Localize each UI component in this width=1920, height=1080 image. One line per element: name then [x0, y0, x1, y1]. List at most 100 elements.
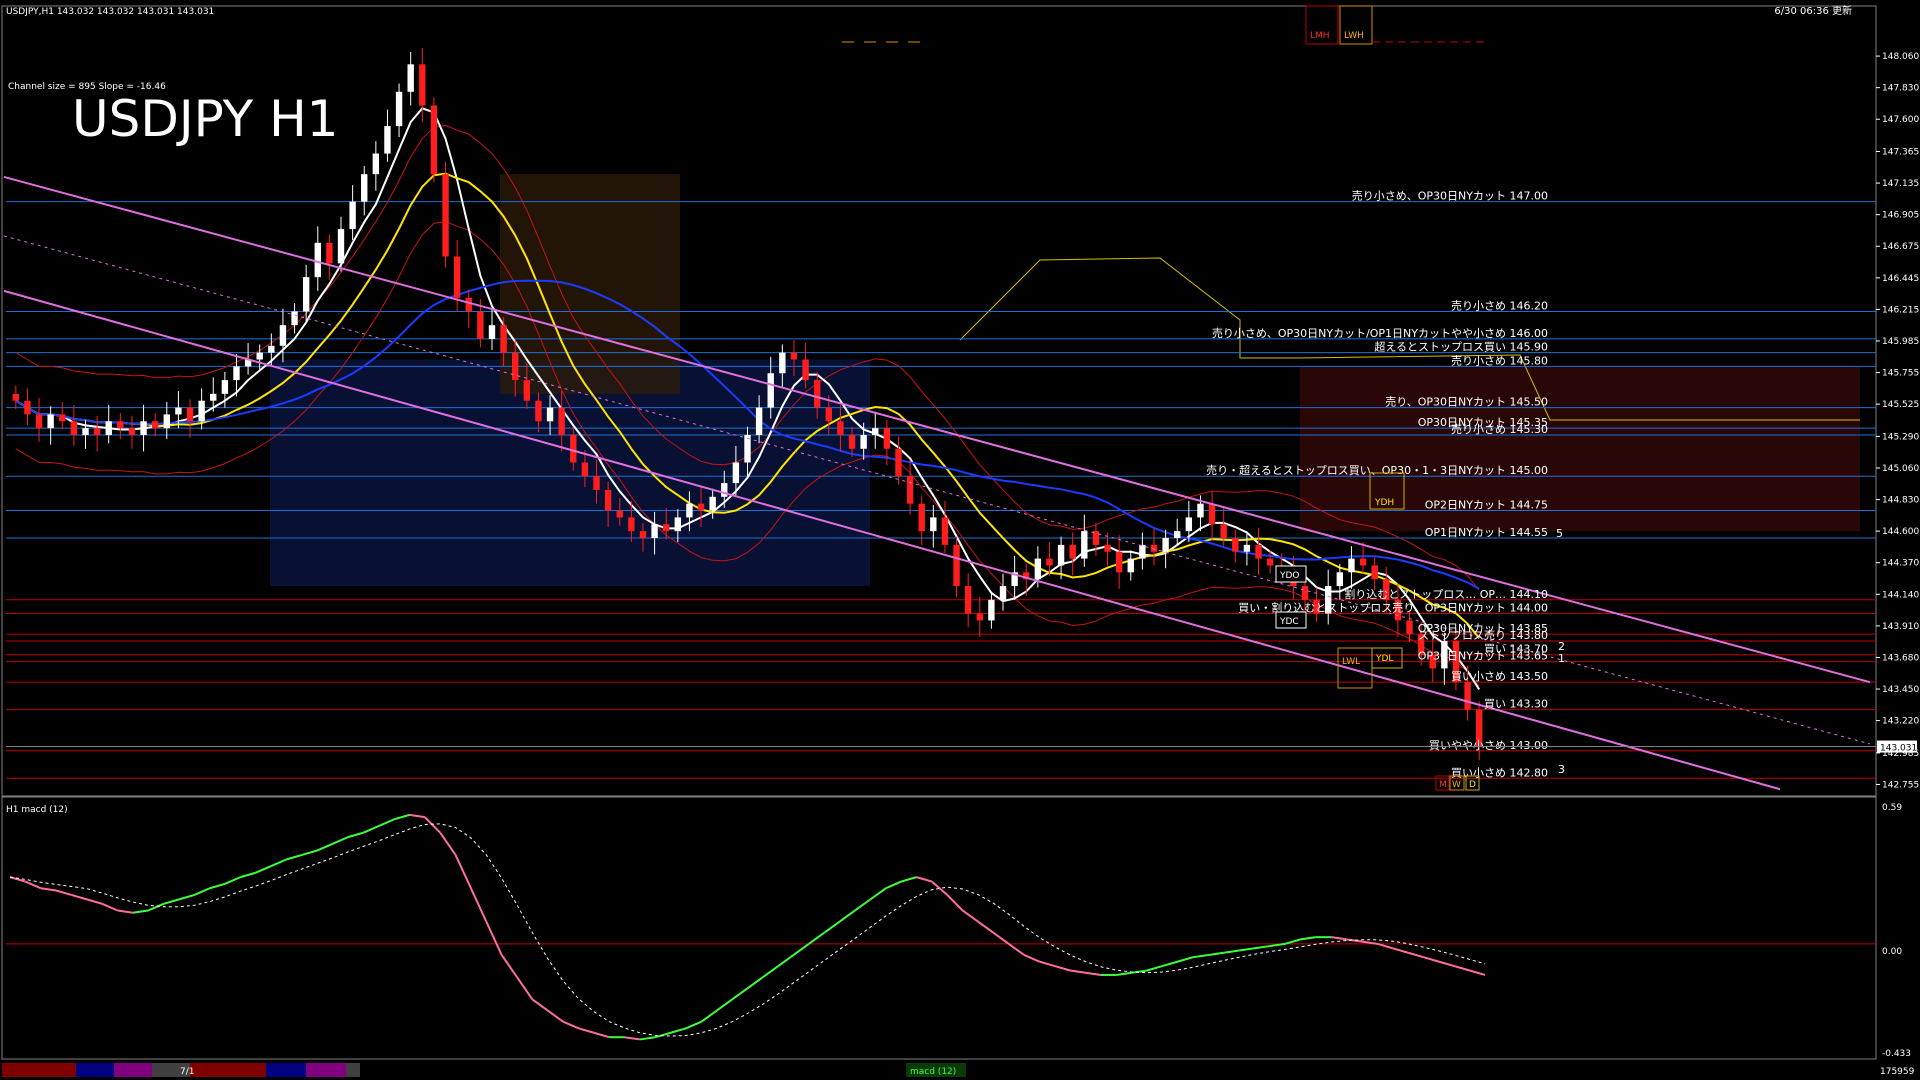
macd-segment [424, 816, 441, 834]
macd-segment [1146, 965, 1163, 972]
macd-segment [1377, 942, 1394, 950]
level-label: 売り・超えるとストップロス買い、OP30・1・3日NYカット 145.00 [1206, 463, 1548, 477]
candle-body [558, 407, 565, 436]
candle-body [442, 174, 449, 257]
candle-body [210, 393, 217, 401]
candle-body [790, 352, 798, 360]
level-label: ストップロス売り 143.80 [1418, 629, 1548, 642]
macd-segment [286, 853, 303, 861]
macd-segment [916, 876, 933, 883]
macd-segment [500, 954, 518, 978]
candle-body [1115, 551, 1123, 573]
price-tick-label: 147.135 [1882, 179, 1919, 189]
price-tick-label: 146.675 [1882, 242, 1919, 252]
ichimoku-cloud [270, 174, 1860, 587]
candle-body [825, 407, 832, 422]
ydh-label: YDH [1374, 498, 1394, 508]
candle-body [988, 599, 995, 621]
level-label: 売り、OP30日NYカット 145.50 [1385, 396, 1548, 409]
level-label: OP30日NYカット 143.65 [1418, 650, 1548, 663]
candle-body [1232, 538, 1239, 552]
macd-segment [240, 871, 257, 879]
candle-body [1034, 558, 1042, 580]
candle-body [12, 393, 20, 401]
candle-body [256, 352, 263, 360]
macd-segment [624, 1036, 641, 1041]
candle-body [895, 448, 902, 477]
macd-segment [55, 889, 72, 896]
macd-segment [270, 858, 287, 867]
candle-body [488, 325, 496, 339]
macd-segment [71, 893, 88, 901]
candle-body [755, 407, 763, 436]
candle-body [117, 421, 124, 429]
bottom-tab-label[interactable]: 7/1 [180, 1067, 194, 1077]
macd-segment [347, 831, 364, 839]
price-tick-label: 143.220 [1882, 717, 1919, 727]
macd-segment [977, 920, 994, 934]
macd-segment [193, 887, 211, 896]
macd-segment [854, 898, 872, 912]
macd-segment [1054, 965, 1071, 972]
price-tick-label: 144.600 [1882, 527, 1919, 537]
candle-body [151, 421, 159, 429]
macd-segment [655, 1031, 671, 1039]
price-tick-label: 142.755 [1882, 780, 1919, 790]
bottom-indicator-label[interactable]: macd (12) [910, 1067, 956, 1077]
macd-signal-line [9, 823, 1486, 1037]
candle-body [953, 544, 960, 587]
macd-segment [1162, 960, 1178, 968]
d-label: D [1469, 780, 1476, 790]
candle-body [813, 380, 821, 408]
price-tick-label: 145.525 [1882, 400, 1919, 410]
candle-body [1243, 544, 1251, 552]
macd-segment [101, 902, 118, 912]
candle-body [140, 421, 147, 436]
macd-tick-bottom: -0.433 [1882, 1049, 1911, 1059]
candle-body [465, 297, 472, 312]
candle-body [430, 105, 438, 175]
macd-segment [1346, 938, 1363, 943]
candle-body [767, 373, 774, 408]
macd-segment [163, 898, 180, 905]
update-datetime: 6/30 06:36 更新 [1774, 4, 1852, 17]
candle-body [976, 613, 983, 621]
macd-segment [777, 954, 795, 967]
candle-body [1069, 544, 1076, 559]
candle-body [372, 153, 380, 175]
macd-segment [823, 920, 841, 934]
macd-segment [301, 849, 318, 856]
macd-indicator [6, 813, 1876, 1041]
candle-body [697, 503, 705, 511]
candle-body [1185, 517, 1193, 532]
candle-body [535, 400, 542, 422]
macd-segment [147, 902, 165, 912]
candle-body [268, 345, 275, 353]
macd-segment [255, 865, 272, 874]
macd-pane [1, 796, 1877, 1060]
candle-body [663, 524, 670, 532]
macd-segment [808, 931, 825, 945]
candle-body [1208, 503, 1216, 525]
macd-segment [224, 876, 241, 885]
candle-body [186, 407, 194, 422]
candle-body [1359, 558, 1367, 566]
lmh-label: LMH [1310, 31, 1330, 41]
candle-body [1371, 565, 1378, 580]
candle-body [546, 407, 554, 422]
candle-body [779, 352, 786, 374]
candle-body [999, 586, 1007, 600]
candle-body [128, 428, 136, 436]
macd-segment [1085, 971, 1102, 976]
macd-tick-zero: 0.00 [1882, 947, 1902, 957]
chart-canvas: 売り小さめ、OP30日NYカット 147.00 売り小さめ 146.20 売り小さめ… [1, 4, 1919, 1077]
price-tick-label: 145.755 [1882, 369, 1919, 379]
macd-segment [639, 1036, 656, 1041]
macd-label: H1 macd (12) [6, 805, 68, 815]
candle-body [419, 64, 426, 106]
macd-tick-top: 0.59 [1882, 803, 1902, 813]
candle-body [407, 64, 414, 92]
macd-segment [485, 921, 503, 956]
level-label: 売り小さめ 145.30 [1451, 423, 1548, 436]
candle-body [674, 517, 682, 532]
